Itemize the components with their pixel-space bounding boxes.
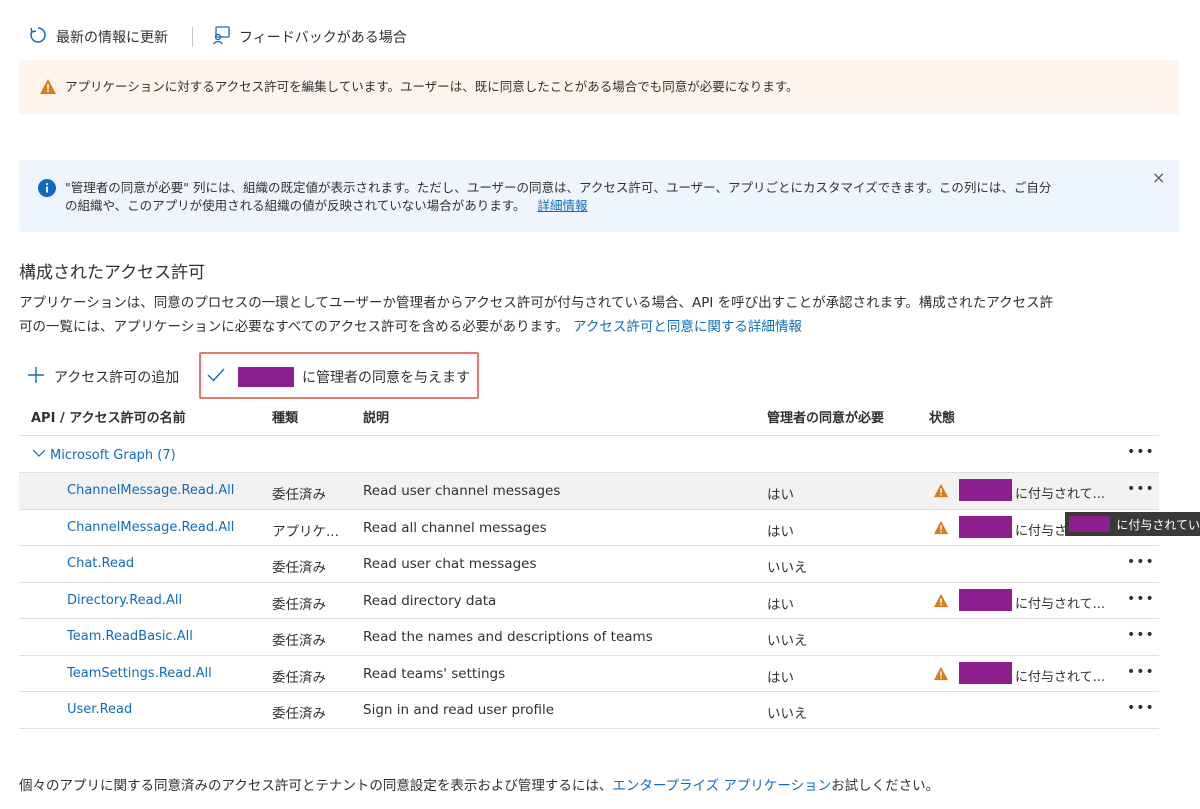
chevron-down-icon [32,446,46,464]
group-label: Microsoft Graph (7) [50,447,176,463]
enterprise-apps-link[interactable]: エンタープライズ アプリケーション [612,778,831,794]
warning-icon [933,666,949,685]
row-divider [19,727,1159,729]
permission-type: 委任済み [272,633,326,649]
permission-name-link[interactable]: Directory.Read.All [67,593,182,608]
info-text-line1: "管理者の同意が必要" 列には、組織の既定値が表示されます。ただし、ユーザーの同… [65,180,1052,195]
permission-description: Read user chat messages [363,556,537,572]
column-header-description[interactable]: 説明 [363,407,389,426]
add-permission-label: アクセス許可の追加 [54,370,180,386]
table-row[interactable]: Chat.Read 委任済み Read user chat messages いいえ •… [19,546,1159,583]
permission-description: Read all channel messages [363,519,547,536]
warning-icon [933,520,949,539]
permission-type: 委任済み [272,487,326,503]
info-text-line2: の組織や、このアプリが使用される組織の値が反映されていない場合があります。 詳細… [65,198,588,213]
column-header-admin-consent[interactable]: 管理者の同意が必要 [767,407,884,426]
status-text: に付与されて... [1015,669,1106,685]
toolbar-divider [192,27,193,47]
warning-icon [933,593,949,612]
section-description: アプリケーションは、同意のプロセスの一環としてユーザーか管理者からアクセス許可が… [19,295,1054,335]
group-microsoft-graph[interactable]: Microsoft Graph (7) [32,446,176,464]
status-text: に付与されて... [1015,487,1106,502]
grant-admin-consent-button[interactable]: に管理者の同意を与えます [206,365,470,389]
header-divider [19,435,1159,436]
table-row[interactable]: ChannelMessage.Read.All 委任済み Read user cha… [19,473,1159,510]
redacted-tenant-name [959,661,1012,684]
tooltip-redacted-name [1069,516,1111,532]
feedback-icon [211,25,231,49]
permission-name-link[interactable]: Chat.Read [67,556,134,571]
status-text: に付与されて... [1015,596,1106,612]
permission-type: 委任済み [272,560,326,576]
info-learn-more-link[interactable]: 詳細情報 [538,198,588,213]
permissions-learn-more-link[interactable]: アクセス許可と同意に関する詳細情報 [573,319,802,335]
table-row[interactable]: User.Read 委任済み Sign in and read user profi… [19,692,1159,729]
row-more-button[interactable]: ••• [1127,700,1155,716]
admin-consent-required: いいえ [767,706,808,722]
row-more-button[interactable]: ••• [1127,481,1155,497]
section-title: 構成されたアクセス許可 [19,263,206,283]
row-more-button[interactable]: ••• [1127,554,1155,570]
group-more-button[interactable]: ••• [1127,444,1155,460]
feedback-label: フィードバックがある場合 [239,30,407,46]
row-more-button[interactable]: ••• [1127,627,1155,643]
redacted-tenant-name [959,588,1012,611]
checkmark-icon [206,365,226,389]
admin-consent-required: はい [767,669,794,686]
table-row[interactable]: Team.ReadBasic.All 委任済み Read the names and… [19,619,1159,656]
info-icon [38,179,56,201]
warning-icon [933,483,949,502]
tooltip-text: に付与されてい [1116,517,1200,532]
footer-text: 個々のアプリに関する同意済みのアクセス許可とテナントの同意設定を表示および管理す… [19,778,940,794]
permission-description: Read teams' settings [363,665,506,682]
info-text: "管理者の同意が必要" 列には、組織の既定値が表示されます。ただし、ユーザーの同… [65,179,1145,215]
table-row[interactable]: ChannelMessage.Read.All アプリケ... Read all c… [19,510,1159,546]
permission-type: 委任済み [272,706,326,722]
warning-icon [39,78,57,99]
refresh-label: 最新の情報に更新 [56,30,168,46]
admin-consent-required: はい [767,596,794,613]
info-banner: "管理者の同意が必要" 列には、組織の既定値が表示されます。ただし、ユーザーの同… [19,160,1179,232]
warning-banner: アプリケーションに対するアクセス許可を編集しています。ユーザーは、既に同意したこ… [19,60,1179,114]
admin-consent-required: いいえ [767,560,808,576]
permission-name-link[interactable]: TeamSettings.Read.All [67,666,212,681]
column-header-type[interactable]: 種類 [272,407,298,426]
status-tooltip: に付与されてい [1065,512,1200,536]
table-row[interactable]: TeamSettings.Read.All 委任済み Read teams' set… [19,656,1159,692]
feedback-button[interactable]: フィードバックがある場合 [211,25,407,49]
close-icon[interactable]: × [1152,168,1165,187]
row-more-button[interactable]: ••• [1127,664,1155,680]
redacted-tenant-name [959,515,1012,538]
plus-icon [26,365,46,389]
permission-type: 委任済み [272,596,326,613]
admin-consent-required: いいえ [767,633,808,649]
grant-consent-label: に管理者の同意を与えます [302,370,470,386]
admin-consent-required: はい [767,523,794,540]
permission-name-link[interactable]: User.Read [67,702,132,717]
permission-description: Sign in and read user profile [363,702,555,718]
refresh-icon [28,25,48,49]
column-header-name[interactable]: API / アクセス許可の名前 [31,407,186,426]
redacted-tenant-name [959,479,1012,501]
status-text: に付与さ [1015,523,1068,539]
permission-description: Read the names and descriptions of teams [363,629,653,645]
refresh-button[interactable]: 最新の情報に更新 [28,25,168,49]
add-permission-button[interactable]: アクセス許可の追加 [26,365,179,389]
permission-type: アプリケ... [272,523,339,540]
column-header-status[interactable]: 状態 [929,407,955,426]
redacted-tenant-name [238,367,294,387]
row-more-button[interactable]: ••• [1127,591,1155,607]
warning-text: アプリケーションに対するアクセス許可を編集しています。ユーザーは、既に同意したこ… [65,79,799,94]
admin-consent-required: はい [767,487,794,503]
permission-type: 委任済み [272,669,326,686]
table-row[interactable]: Directory.Read.All 委任済み Read directory dat… [19,583,1159,619]
permission-description: Read user channel messages [363,483,561,499]
permission-name-link[interactable]: ChannelMessage.Read.All [67,483,234,498]
permission-name-link[interactable]: Team.ReadBasic.All [67,629,193,644]
permission-description: Read directory data [363,592,497,609]
permission-name-link[interactable]: ChannelMessage.Read.All [67,520,234,535]
